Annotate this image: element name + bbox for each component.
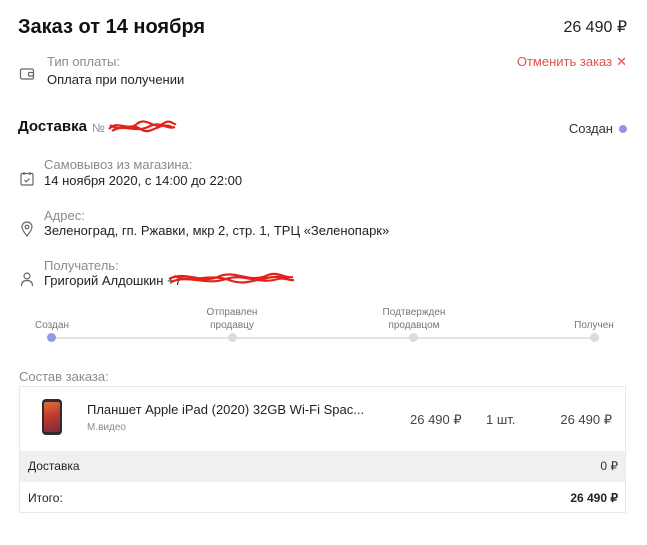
table-row: Планшет Apple iPad (2020) 32GB Wi-Fi Spa… — [20, 387, 625, 451]
order-title: Заказ от 14 ноября — [18, 16, 206, 38]
product-seller: М.видео — [87, 422, 126, 433]
payment-type-value: Оплата при получении — [47, 72, 185, 87]
product-image[interactable] — [42, 399, 62, 435]
product-quantity: 1 шт. — [486, 412, 516, 427]
address-value: Зеленоград, гп. Ржавки, мкр 2, стр. 1, Т… — [44, 223, 390, 238]
wallet-icon — [19, 66, 35, 82]
progress-step-label: Подтвержден продавцом — [382, 307, 446, 331]
delivery-status: Создан — [569, 121, 627, 136]
progress-step-dot — [409, 333, 418, 342]
cancel-order-label: Отменить заказ — [516, 54, 613, 69]
product-sum: 26 490 ₽ — [560, 412, 612, 427]
delivery-cost-row: Доставка 0 ₽ — [20, 451, 625, 482]
redaction-scribble — [168, 272, 295, 284]
redaction-scribble — [108, 120, 177, 133]
order-total-value: 26 490 ₽ — [570, 491, 618, 505]
payment-type-label: Тип оплаты: — [47, 54, 120, 69]
order-total-label: Итого: — [28, 491, 63, 505]
delivery-status-label: Создан — [568, 121, 613, 136]
progress-step-dot — [228, 333, 237, 342]
delivery-number-prefix: № — [92, 121, 105, 135]
composition-label: Состав заказа: — [19, 369, 109, 384]
delivery-title: Доставка — [18, 118, 87, 135]
progress-step-label: Получен — [574, 320, 614, 331]
progress-step-label: Создан — [35, 320, 69, 331]
order-total-row: Итого: 26 490 ₽ — [20, 482, 625, 514]
delivery-cost-value: 0 ₽ — [600, 459, 618, 473]
order-progress-track — [50, 337, 595, 339]
calendar-icon — [19, 171, 35, 187]
product-price: 26 490 ₽ — [410, 412, 462, 427]
delivery-cost-label: Доставка — [28, 459, 80, 473]
recipient-label: Получатель: — [44, 258, 119, 273]
progress-step-label: Отправлен продавцу — [206, 307, 258, 331]
cancel-order-button[interactable]: Отменить заказ ✕ — [517, 54, 627, 70]
address-label: Адрес: — [44, 208, 85, 223]
order-total: 26 490 ₽ — [563, 19, 627, 36]
pickup-value: 14 ноября 2020, с 14:00 до 22:00 — [44, 173, 243, 188]
close-icon: ✕ — [616, 54, 627, 69]
user-icon — [19, 271, 35, 287]
recipient-value: Григорий Алдошкин +7 — [44, 273, 182, 288]
pickup-label: Самовывоз из магазина: — [44, 157, 193, 172]
order-items-table: Планшет Apple iPad (2020) 32GB Wi-Fi Spa… — [19, 386, 626, 513]
product-name[interactable]: Планшет Apple iPad (2020) 32GB Wi-Fi Spa… — [87, 402, 364, 417]
progress-step-dot — [47, 333, 56, 342]
status-dot — [619, 124, 627, 133]
progress-step-dot — [590, 333, 599, 342]
location-pin-icon — [19, 221, 35, 237]
